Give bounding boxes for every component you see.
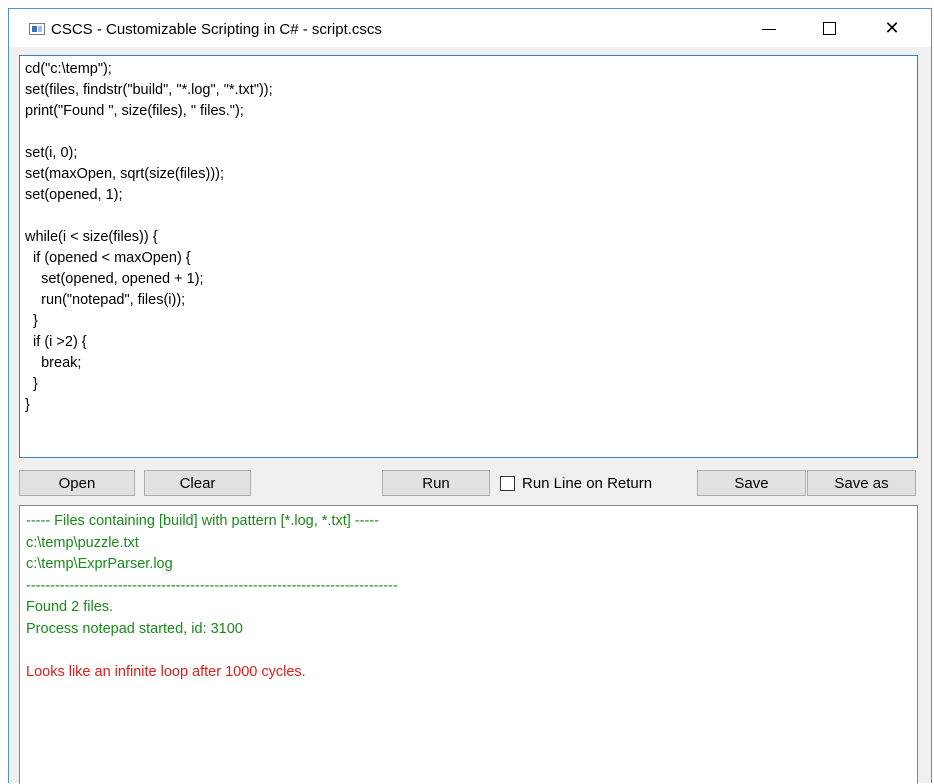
code-line: break; [25, 355, 82, 371]
window-title: CSCS - Customizable Scripting in C# - sc… [51, 21, 382, 38]
title-bar[interactable]: CSCS - Customizable Scripting in C# - sc… [9, 9, 931, 47]
code-line: set(opened, 1); [25, 187, 123, 203]
app-icon [29, 23, 45, 35]
minimize-icon [762, 28, 776, 30]
run-line-on-return-toggle[interactable]: Run Line on Return [500, 472, 652, 494]
output-line: Looks like an infinite loop after 1000 c… [26, 663, 306, 680]
maximize-icon [822, 21, 836, 35]
code-line: if (opened < maxOpen) { [25, 250, 191, 266]
code-line: set(files, findstr("build", "*.log", "*.… [25, 82, 273, 98]
code-line: while(i < size(files)) { [25, 229, 158, 245]
code-line: print("Found ", size(files), " files."); [25, 103, 244, 119]
run-line-label: Run Line on Return [522, 474, 653, 492]
code-line: if (i >2) { [25, 334, 87, 350]
code-line: set(maxOpen, sqrt(size(files))); [25, 166, 225, 182]
output-line: c:\temp\ExprParser.log [26, 556, 173, 572]
save-as-button[interactable]: Save as [807, 470, 916, 496]
app-window: CSCS - Customizable Scripting in C# - sc… [8, 8, 932, 784]
code-line: } [25, 313, 38, 329]
code-line: set(opened, opened + 1); [25, 271, 204, 287]
save-button[interactable]: Save [697, 470, 806, 496]
code-line: } [25, 397, 30, 413]
clear-button[interactable]: Clear [144, 470, 251, 496]
run-button[interactable]: Run [382, 470, 490, 496]
output-line: ----------------------------------------… [26, 577, 398, 594]
script-editor[interactable]: cd("c:\temp"); set(files, findstr("build"… [19, 55, 918, 458]
run-line-checkbox[interactable] [500, 475, 515, 491]
minimize-button[interactable] [746, 9, 792, 47]
maximize-button[interactable] [806, 9, 852, 47]
code-line: cd("c:\temp"); [25, 61, 112, 77]
output-line: Found 2 files. [26, 599, 114, 615]
close-button[interactable]: ✕ [869, 9, 915, 47]
code-line: run("notepad", files(i)); [25, 292, 186, 308]
output-console[interactable]: ----- Files containing [build] with patt… [19, 505, 918, 784]
close-icon: ✕ [884, 17, 900, 38]
output-line: c:\temp\puzzle.txt [26, 534, 139, 551]
open-button[interactable]: Open [19, 470, 135, 496]
code-line: } [25, 376, 38, 392]
output-line: Process notepad started, id: 3100 [26, 620, 243, 637]
code-line: set(i, 0); [25, 145, 78, 161]
output-line: ----- Files containing [build] with patt… [26, 513, 379, 529]
